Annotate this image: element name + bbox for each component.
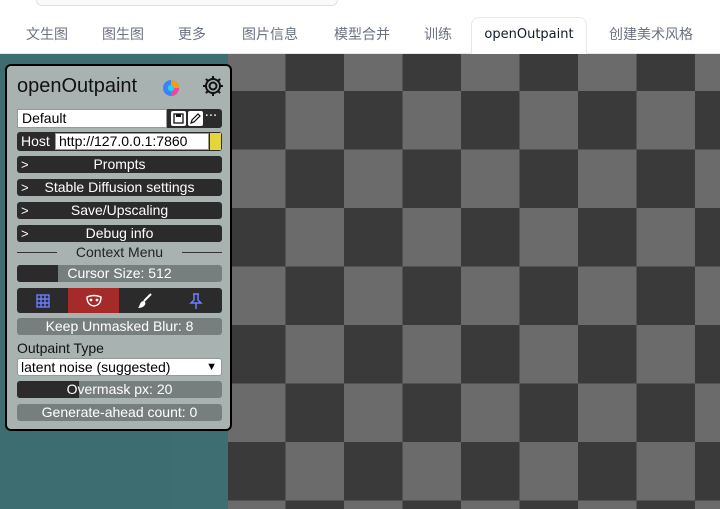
tool-selector (17, 288, 222, 313)
settings-gear-icon[interactable] (201, 74, 225, 98)
outpaint-type-label: Outpaint Type (17, 340, 104, 356)
slider-label: Overmask px: 20 (66, 381, 173, 397)
tab-bar: 文生图 图生图 更多 图片信息 模型合并 训练 openOutpaint 创建美… (0, 14, 720, 54)
tool-dream[interactable] (17, 288, 68, 313)
keep-unmasked-blur-slider[interactable]: Keep Unmasked Blur: 8 (17, 318, 222, 335)
tab-checkpoint-merger[interactable]: 模型合并 (320, 18, 404, 54)
outpaint-type-select[interactable]: latent noise (suggested) ▼ (17, 358, 222, 376)
overmask-slider[interactable]: Overmask px: 20 (17, 381, 222, 398)
slider-label: Generate-ahead count: 0 (41, 404, 198, 420)
pin-icon (188, 292, 203, 309)
brush-icon (137, 292, 152, 308)
context-menu-divider: Context Menu (17, 244, 222, 260)
tab-png-info[interactable]: 图片信息 (228, 18, 312, 54)
panel-title: openOutpaint (17, 75, 138, 97)
host-status-indicator (210, 133, 221, 150)
chevron-right-icon: > (21, 226, 29, 241)
slider-label: Keep Unmasked Blur: 8 (45, 318, 194, 334)
top-strip (0, 0, 720, 6)
slider-fill (17, 265, 58, 282)
chevron-down-icon: ▼ (206, 361, 217, 373)
tab-create-style[interactable]: 创建美术风格 (596, 18, 706, 54)
preset-row: Default ··· (17, 109, 222, 128)
preset-name-input[interactable]: Default (17, 109, 167, 128)
cursor-size-slider[interactable]: Cursor Size: 512 (17, 265, 222, 282)
chevron-right-icon: > (21, 157, 29, 172)
generate-ahead-slider[interactable]: Generate-ahead count: 0 (17, 404, 222, 421)
section-label: Debug info (85, 225, 154, 241)
tool-stamp[interactable] (170, 288, 221, 313)
select-value: latent noise (suggested) (21, 359, 171, 375)
slider-label: Cursor Size: 512 (67, 265, 172, 281)
section-stable-diffusion-settings[interactable]: > Stable Diffusion settings (17, 179, 222, 196)
section-label: Stable Diffusion settings (44, 179, 195, 195)
section-label: Save/Upscaling (70, 202, 169, 218)
tab-extras[interactable]: 更多 (166, 18, 218, 54)
tool-brush[interactable] (119, 288, 170, 313)
grid-icon (35, 293, 50, 308)
openoutpaint-logo-icon (163, 80, 179, 96)
preset-more-button[interactable]: ··· (201, 109, 221, 128)
section-label: Prompts (93, 156, 146, 172)
tool-mask[interactable] (68, 288, 119, 313)
tab-img2img[interactable]: 图生图 (90, 18, 156, 54)
tab-train[interactable]: 训练 (412, 18, 464, 54)
chevron-right-icon: > (21, 203, 29, 218)
host-label: Host (21, 133, 50, 149)
section-debug-info[interactable]: > Debug info (17, 225, 222, 242)
top-input-edge (36, 0, 338, 6)
save-preset-icon[interactable] (171, 111, 186, 126)
host-row: Host http://127.0.0.1:7860 (17, 132, 222, 151)
host-input[interactable]: http://127.0.0.1:7860 (55, 133, 209, 150)
tab-txt2img[interactable]: 文生图 (14, 18, 80, 54)
tab-openoutpaint[interactable]: openOutpaint (471, 17, 587, 54)
section-save-upscaling[interactable]: > Save/Upscaling (17, 202, 222, 219)
openoutpaint-settings-panel: openOutpaint Default ··· Host http://127… (5, 64, 232, 431)
section-prompts[interactable]: > Prompts (17, 156, 222, 173)
mask-icon (85, 294, 102, 307)
chevron-right-icon: > (21, 180, 29, 195)
